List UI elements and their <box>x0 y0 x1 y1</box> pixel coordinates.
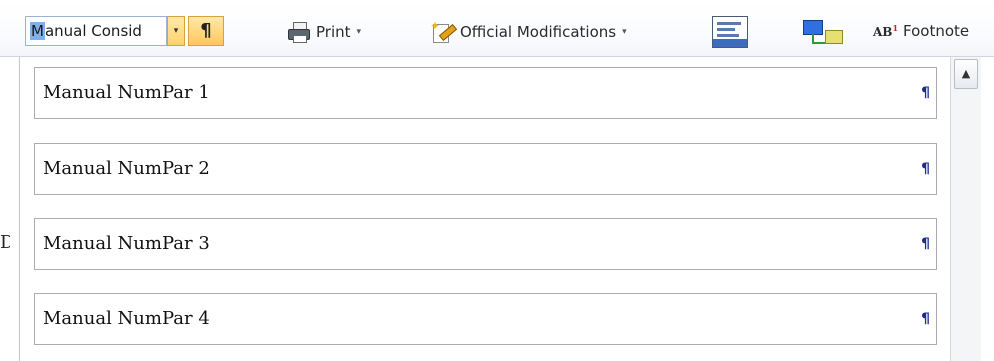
style-option-label: Manual NumPar 1 <box>43 82 210 103</box>
official-modifications-label: Official Modifications <box>460 23 617 41</box>
scroll-up-button[interactable]: ▲ <box>954 59 978 89</box>
pilcrow-icon: ¶ <box>921 236 930 252</box>
show-formatting-button[interactable]: ¶ <box>188 16 224 46</box>
style-name-value: Manual Consid <box>30 22 142 41</box>
footnote-label: Footnote <box>903 22 970 40</box>
style-option-label: Manual NumPar 2 <box>43 158 210 179</box>
pilcrow-icon: ¶ <box>921 85 930 101</box>
footnote-button[interactable]: AB1 Footnote <box>873 20 969 42</box>
style-option-manual-numpar-3[interactable]: Manual NumPar 3 ¶ <box>34 218 937 270</box>
ribbon: Manual Consid ▾ ¶ Print ▾ ✦ Official Mod… <box>0 0 994 57</box>
printer-icon <box>288 22 310 43</box>
style-option-label: Manual NumPar 4 <box>43 308 210 329</box>
style-option-label: Manual NumPar 3 <box>43 233 210 254</box>
style-option-manual-numpar-1[interactable]: Manual NumPar 1 ¶ <box>34 67 937 119</box>
gallery-scrollbar[interactable]: ▲ <box>950 57 981 361</box>
footnote-icon-text: AB <box>873 25 893 39</box>
triangle-up-icon: ▲ <box>961 67 971 80</box>
footnote-icon: AB1 <box>873 23 898 39</box>
pilcrow-icon: ¶ <box>200 20 212 41</box>
style-name-selected-text: M <box>30 22 45 40</box>
chevron-down-icon: ▾ <box>622 27 627 37</box>
form-layout-icon[interactable] <box>712 16 748 48</box>
style-name-rest-text: anual Consid <box>44 22 142 40</box>
style-option-manual-numpar-2[interactable]: Manual NumPar 2 ¶ <box>34 143 937 195</box>
print-button[interactable]: Print ▾ <box>288 18 361 46</box>
style-option-manual-numpar-4[interactable]: Manual NumPar 4 ¶ <box>34 293 937 345</box>
network-icon[interactable] <box>803 20 845 48</box>
pilcrow-icon: ¶ <box>921 161 930 177</box>
chevron-down-icon: ▾ <box>173 26 179 36</box>
style-dropdown-arrow-button[interactable]: ▾ <box>167 16 185 46</box>
style-gallery-dropdown: Manual NumPar 1 ¶ Manual NumPar 2 ¶ Manu… <box>19 57 952 361</box>
document-edit-icon: ✦ <box>430 19 458 43</box>
print-label: Print <box>316 23 351 41</box>
chevron-down-icon: ▾ <box>356 27 362 37</box>
style-name-input[interactable]: Manual Consid <box>25 16 167 46</box>
pilcrow-icon: ¶ <box>921 311 930 327</box>
official-modifications-button[interactable]: ✦ Official Modifications ▾ <box>430 18 627 46</box>
footnote-icon-superscript: 1 <box>892 23 899 33</box>
document-text-fragment: D <box>0 232 10 253</box>
